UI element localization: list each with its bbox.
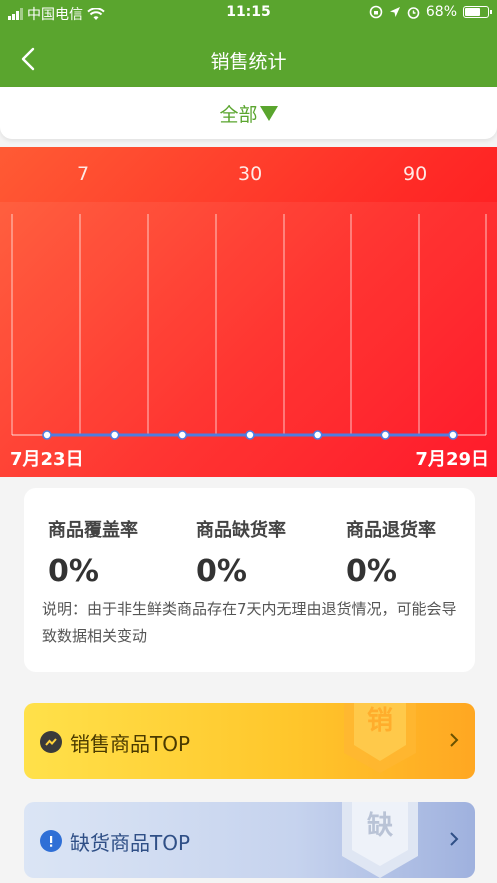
battery-percent: 68% <box>425 4 457 20</box>
sales-top-label: 销售商品TOP <box>70 732 191 756</box>
coverage-value: 0% <box>48 554 99 589</box>
nav-bar: 销售统计 <box>0 36 497 84</box>
coverage-stat: 商品覆盖率 0% <box>48 516 178 589</box>
alarm-icon <box>407 6 420 19</box>
out-of-stock-top-label: 缺货商品TOP <box>70 831 191 855</box>
out-of-stock-top-card[interactable]: 缺 缺货商品TOP <box>24 802 475 878</box>
stats-card: 商品覆盖率 0% 商品缺货率 0% 商品退货率 0% 说明：由于非生鲜类商品存在… <box>24 488 475 672</box>
sales-top-card[interactable]: 销 销售商品TOP <box>24 703 475 779</box>
range-tab-7[interactable]: 7 <box>77 163 89 185</box>
return-stat: 商品退货率 0% <box>346 516 476 589</box>
filter-bar: 全部 <box>0 87 497 139</box>
data-point[interactable] <box>380 430 391 440</box>
data-point[interactable] <box>245 430 255 440</box>
lock-rotation-icon <box>369 5 383 19</box>
out-of-stock-badge-icon: 缺 <box>342 802 418 878</box>
range-tabs: 7 30 90 <box>0 147 497 202</box>
chart-svg <box>11 214 487 440</box>
return-label: 商品退货率 <box>346 520 436 541</box>
data-point[interactable] <box>177 430 188 440</box>
exclamation-icon <box>40 830 62 852</box>
battery-icon <box>463 6 492 18</box>
sales-badge-char: 销 <box>367 706 393 736</box>
filter-label: 全部 <box>219 103 258 126</box>
status-bar: 中国电信 11:15 68% <box>0 0 497 26</box>
chevron-right-icon <box>450 733 459 747</box>
data-point[interactable] <box>42 430 52 440</box>
note-text: 说明：由于非生鲜类商品存在7天内无理由退货情况，可能会导致数据相关变动 <box>42 600 457 645</box>
data-point[interactable] <box>312 430 323 440</box>
data-point[interactable] <box>448 430 458 440</box>
chart-plot-area <box>0 202 497 477</box>
location-icon <box>389 7 400 17</box>
page-title: 销售统计 <box>210 51 287 73</box>
out-of-stock-stat: 商品缺货率 0% <box>196 516 326 589</box>
coverage-label: 商品覆盖率 <box>48 520 138 541</box>
range-tab-90[interactable]: 90 <box>403 163 427 185</box>
chevron-right-icon <box>450 832 459 846</box>
top-bar: 中国电信 11:15 68% 销售统计 <box>0 0 497 88</box>
data-point[interactable] <box>109 430 120 440</box>
category-filter-dropdown[interactable]: 全部 <box>219 100 278 127</box>
return-value: 0% <box>346 554 397 589</box>
trend-icon <box>40 731 62 753</box>
out-of-stock-value: 0% <box>196 554 247 589</box>
range-tab-30[interactable]: 30 <box>238 163 262 185</box>
out-of-stock-badge-char: 缺 <box>367 811 394 841</box>
x-end-label: 7月29日 <box>415 449 489 470</box>
sales-chart: 7 30 90 7月23日 7月29日 <box>0 147 497 477</box>
out-of-stock-label: 商品缺货率 <box>196 520 286 541</box>
sales-badge-icon: 销 <box>344 703 416 773</box>
x-start-label: 7月23日 <box>10 449 84 470</box>
triangle-down-icon <box>259 105 278 121</box>
